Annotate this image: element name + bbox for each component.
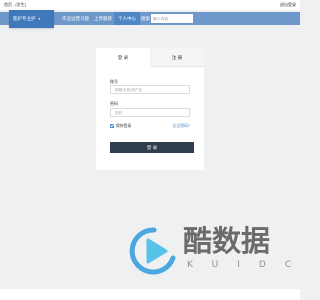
login-button[interactable]: 登 录	[110, 142, 194, 153]
tab-register[interactable]: 注 册	[150, 48, 204, 67]
password-label: 密码	[110, 101, 118, 106]
brand-label: 医护专业护	[13, 16, 36, 21]
tab-login[interactable]: 登 录	[96, 48, 150, 67]
remember-checkbox[interactable]	[110, 124, 114, 128]
window-title: 首页 - [学生]	[4, 2, 26, 7]
watermark-logo: 酷数据 KUIDC	[129, 222, 297, 282]
search-label: 搜索	[141, 16, 150, 21]
password-field[interactable]	[110, 108, 190, 117]
nav-item-profile[interactable]: 个人中心	[114, 12, 140, 25]
brand-menu[interactable]: 医护专业护 ▾	[9, 10, 54, 28]
logo-play	[146, 238, 168, 264]
account-field[interactable]	[110, 85, 190, 94]
search-input[interactable]	[151, 14, 193, 23]
nav-item-upload[interactable]: 上传题目	[94, 12, 112, 25]
watermark-subtext: KUIDC	[187, 260, 311, 270]
footer-strip	[0, 289, 300, 300]
play-logo-icon	[129, 227, 176, 275]
chevron-down-icon: ▾	[38, 17, 41, 21]
page: 首页 - [学生] 退出登录 医护专业护 ▾ 作业运营习题 上传题目 个人中心 搜…	[0, 0, 300, 300]
forgot-password-link[interactable]: 忘记密码?	[173, 124, 190, 129]
nav-item-exercises[interactable]: 作业运营习题	[62, 12, 89, 25]
watermark-text: 酷数据	[183, 224, 271, 258]
auth-tabs: 登 录 注 册	[96, 48, 204, 67]
logout-link[interactable]: 退出登录	[280, 0, 296, 10]
remember-label: 保持登录	[116, 123, 132, 128]
title-bar: 首页 - [学生] 退出登录	[0, 0, 300, 10]
